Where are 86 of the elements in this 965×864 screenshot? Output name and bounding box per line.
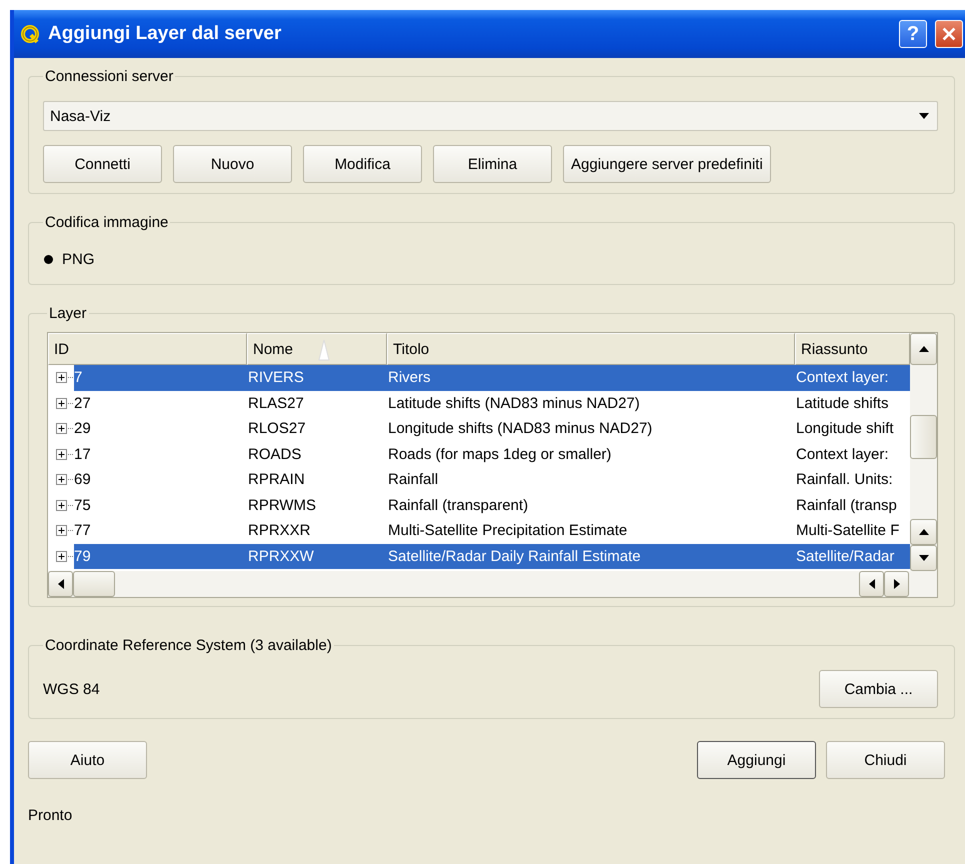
table-cell: Multi-Satellite Precipitation Estimate (388, 522, 628, 540)
server-button[interactable]: Aggiungere server predefiniti (563, 145, 771, 183)
status-text: Pronto (28, 807, 74, 824)
close-button[interactable] (935, 20, 963, 48)
table-cell-text: 75 (74, 496, 91, 516)
group-label: Layer (48, 305, 88, 322)
server-button[interactable]: Modifica (303, 145, 422, 183)
table-cell: RIVERS (248, 369, 304, 386)
table-row[interactable]: 69 RPRAIN Rainfall Rainfall. Units: (48, 467, 910, 492)
table-cell: 7 (74, 365, 247, 390)
table-row[interactable]: 79 RPRXXW Satellite/Radar Daily Rainfall Estimate Satellite/Radar (48, 544, 910, 569)
table-row[interactable]: 27 RLAS27 Latitude shifts (NAD83 minus NAD27) Latitude shifts (48, 390, 910, 416)
expand-icon[interactable] (56, 398, 67, 409)
group-label: Codifica immagine (44, 214, 170, 231)
expand-icon[interactable] (56, 372, 67, 384)
expand-icon[interactable] (56, 474, 67, 486)
table-row[interactable]: 17 ROADS Roads (for maps 1deg or smaller) Context layer: (48, 442, 910, 467)
table-cell: ROADS (248, 446, 302, 463)
app-logo-icon (20, 24, 40, 44)
expand-icon[interactable] (56, 448, 67, 460)
group-label: Coordinate Reference System (3 available) (44, 637, 333, 654)
table-cell-text: 69 (74, 470, 91, 490)
table-cell: Longitude shift (796, 420, 894, 438)
server-button[interactable]: Nuovo (173, 145, 292, 183)
scroll-thumb[interactable] (910, 415, 937, 459)
change-button[interactable]: Cambia ... (819, 670, 938, 708)
table-cell-text: 27 (74, 394, 91, 414)
scroll-left-icon (58, 579, 64, 589)
scroll-thumb[interactable] (73, 571, 115, 597)
table-cell: RPRXXW (248, 548, 314, 565)
table-cell: Rainfall (transparent) (388, 496, 528, 514)
table-cell: Satellite/Radar Daily Rainfall Estimate (388, 548, 641, 565)
scroll-down-icon (918, 555, 928, 561)
column-header[interactable]: Riassunto (795, 333, 910, 365)
expand-icon[interactable] (56, 525, 67, 536)
table-cell: Longitude shifts (NAD83 minus NAD27) (388, 420, 652, 438)
table-row[interactable]: 29 RLOS27 Longitude shifts (NAD83 minus NAD27) Longitude shift (48, 416, 910, 442)
table-cell: Roads (for maps 1deg or smaller) (388, 446, 612, 463)
table-cell: Context layer: (796, 369, 889, 386)
column-header[interactable]: ID (48, 333, 247, 365)
table-cell-text: 77 (74, 521, 91, 542)
table-cell: RPRWMS (248, 496, 316, 514)
close-button[interactable]: Chiudi (826, 741, 945, 779)
server-button[interactable]: Elimina (433, 145, 552, 183)
dropdown-arrow-icon (919, 113, 929, 119)
scroll-left-icon (868, 579, 874, 589)
table-cell-text: 29 (74, 419, 91, 440)
table-cell: Latitude shifts (796, 394, 889, 412)
server-button[interactable]: Connetti (43, 145, 162, 183)
expand-icon[interactable] (56, 500, 67, 511)
table-cell-text: 17 (74, 444, 91, 465)
table-cell: RLAS27 (248, 394, 304, 412)
table-cell: Rainfall (388, 471, 438, 488)
crs-value: WGS 84 (43, 680, 100, 698)
scroll-up-icon (918, 529, 928, 535)
expand-icon[interactable] (56, 423, 67, 434)
scroll-right-icon (894, 579, 900, 589)
table-cell: RLOS27 (248, 420, 306, 438)
help-button[interactable]: Aiuto (28, 741, 147, 779)
table-row[interactable]: 77 RPRXXR Multi-Satellite Precipitation Estimate Multi-Satellite F (48, 518, 910, 544)
sort-arrow-icon (318, 339, 330, 361)
column-header[interactable]: Titolo (387, 333, 795, 365)
close-icon (940, 25, 958, 43)
window-title: Aggiungi Layer dal server (48, 23, 282, 45)
vertical-scrollbar[interactable] (910, 333, 937, 571)
scroll-up-icon (918, 346, 928, 352)
help-button[interactable]: ? (899, 20, 927, 48)
table-cell: 79 (74, 544, 247, 569)
table-cell: RPRXXR (248, 522, 311, 540)
radio-button[interactable] (43, 254, 54, 265)
column-header[interactable]: Nome (247, 333, 387, 365)
table-cell: Rivers (388, 369, 431, 386)
table-cell: Context layer: (796, 446, 889, 463)
table-cell: Satellite/Radar (796, 548, 894, 565)
table-row[interactable]: 75 RPRWMS Rainfall (transparent) Rainfall (transp (48, 492, 910, 518)
table-cell: Multi-Satellite F (796, 522, 900, 540)
table-row[interactable]: 7 RIVERS Rivers Context layer: (48, 365, 910, 390)
table-cell: Rainfall. Units: (796, 471, 893, 488)
table-cell: Rainfall (transp (796, 496, 897, 514)
add-button[interactable]: Aggiungi (697, 741, 816, 779)
group-label: Connessioni server (44, 68, 174, 85)
radio-label: PNG (62, 251, 95, 268)
expand-icon[interactable] (56, 550, 67, 562)
table-cell: RPRAIN (248, 471, 305, 488)
table-cell: Latitude shifts (NAD83 minus NAD27) (388, 394, 640, 412)
server-dropdown[interactable]: Nasa-Viz (43, 101, 938, 131)
